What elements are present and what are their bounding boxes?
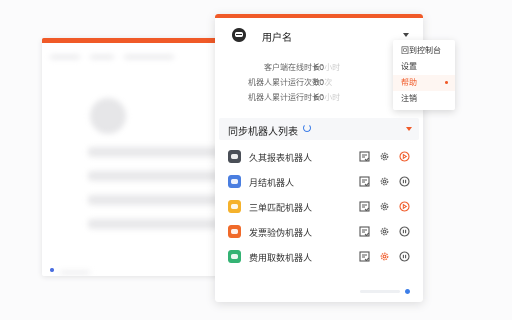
gear-icon[interactable] <box>378 250 390 262</box>
report-icon[interactable] <box>358 250 370 262</box>
robot-icon <box>228 225 241 238</box>
robot-icon <box>228 150 241 163</box>
stop-icon[interactable] <box>398 200 410 212</box>
stop-icon[interactable] <box>398 150 410 162</box>
robot-list-title: 同步机器人列表 <box>228 127 298 138</box>
robot-icon <box>228 200 241 213</box>
gear-icon[interactable] <box>378 150 390 162</box>
pause-icon[interactable] <box>398 175 410 187</box>
user-popup-panel: 用户名 客户端在线时长： 60小时 机器人累计运行次数： 60次 机器人累计运行… <box>215 14 423 302</box>
report-icon[interactable] <box>358 200 370 212</box>
list-item[interactable]: 三单匹配机器人 <box>215 198 423 218</box>
stat-row: 机器人累计运行次数： 60次 <box>215 77 423 92</box>
menu-item-label: 注销 <box>401 94 417 103</box>
report-icon[interactable] <box>358 225 370 237</box>
active-indicator-dot <box>445 81 448 84</box>
chevron-down-icon[interactable] <box>406 127 412 131</box>
menu-item[interactable]: 设置 <box>393 59 455 75</box>
pause-icon[interactable] <box>398 225 410 237</box>
list-item[interactable]: 费用取数机器人 <box>215 248 423 268</box>
list-item[interactable]: 发票验伪机器人 <box>215 223 423 243</box>
avatar <box>232 28 246 42</box>
gear-icon[interactable] <box>378 175 390 187</box>
stat-value: 60次 <box>314 78 333 87</box>
report-icon[interactable] <box>358 150 370 162</box>
stats-block: 客户端在线时长： 60小时 机器人累计运行次数： 60次 机器人累计运行时长： … <box>215 62 423 107</box>
menu-item[interactable]: 回到控制台 <box>393 43 455 59</box>
robot-icon <box>228 250 241 263</box>
chevron-down-icon[interactable] <box>403 33 409 37</box>
stat-row: 客户端在线时长： 60小时 <box>215 62 423 77</box>
stat-row: 机器人累计运行时长： 60小时 <box>215 92 423 107</box>
robot-icon <box>228 175 241 188</box>
user-header[interactable]: 用户名 <box>215 26 423 48</box>
footer-placeholder <box>360 290 400 293</box>
menu-item[interactable]: 注销 <box>393 91 455 107</box>
list-item[interactable]: 久其报表机器人 <box>215 148 423 168</box>
stat-value: 60小时 <box>314 63 341 72</box>
menu-item-label: 回到控制台 <box>401 46 441 55</box>
robot-name: 久其报表机器人 <box>249 154 313 164</box>
refresh-icon[interactable] <box>303 124 311 132</box>
list-item[interactable]: 月结机器人 <box>215 173 423 193</box>
menu-item[interactable]: 帮助 <box>393 75 455 91</box>
robot-name: 费用取数机器人 <box>249 254 313 264</box>
robot-name: 月结机器人 <box>249 179 295 189</box>
status-dot <box>405 289 410 294</box>
username: 用户名 <box>262 33 292 44</box>
pause-icon[interactable] <box>398 250 410 262</box>
popup-accent-bar <box>215 14 423 18</box>
robot-list-header[interactable]: 同步机器人列表 <box>219 118 419 140</box>
gear-icon[interactable] <box>378 200 390 212</box>
menu-item-label: 帮助 <box>401 78 417 87</box>
robot-name: 三单匹配机器人 <box>249 204 313 214</box>
robot-name: 发票验伪机器人 <box>249 229 313 239</box>
gear-icon[interactable] <box>378 225 390 237</box>
report-icon[interactable] <box>358 175 370 187</box>
menu-item-label: 设置 <box>401 62 417 71</box>
stat-value: 60小时 <box>314 93 341 102</box>
user-dropdown-menu: 回到控制台设置帮助注销 <box>393 40 455 110</box>
